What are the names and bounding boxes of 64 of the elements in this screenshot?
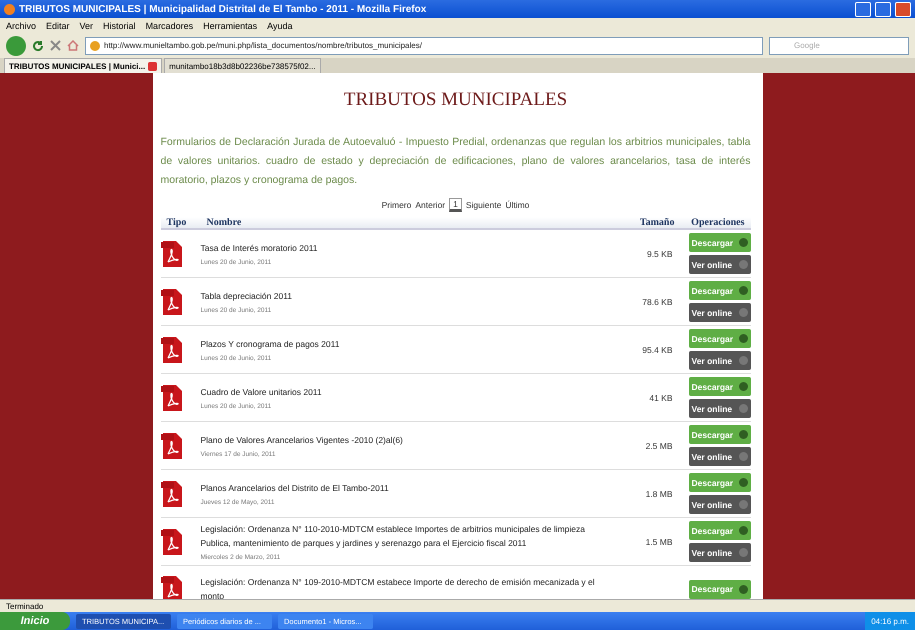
document-name: Tasa de Interés moratorio 2011 [200,242,319,255]
maximize-button[interactable] [875,2,891,16]
menu-item[interactable]: Editar [46,20,70,30]
browser-tab[interactable]: TRIBUTOS MUNICIPALES | Munici... [4,58,162,73]
menu-item[interactable]: Herramientas [203,20,258,30]
column-header: Operaciones [690,217,746,228]
view-online-button[interactable]: Ver online [688,351,750,370]
column-header: Nombre [206,217,242,228]
address-text: http://www.munieltambo.gob.pe/muni.php/lista_documentos/nombre/tributos_municipales/ [104,41,422,50]
view-online-button[interactable]: Ver online [688,255,750,274]
close-button[interactable] [895,2,911,16]
file-size: 41 KB [648,392,674,402]
page-link[interactable]: Primero [382,200,412,210]
minimize-button[interactable] [855,2,871,16]
file-size: 2.5 MB [644,440,674,450]
page-link[interactable]: Anterior [415,200,446,210]
reload-icon[interactable] [32,40,44,52]
view-online-button[interactable]: Ver online [688,495,750,514]
view-online-button[interactable]: Ver online [688,303,750,322]
pdf-icon [160,432,182,460]
menu-item[interactable]: Ayuda [267,20,292,30]
view-online-button[interactable]: Ver online [688,399,750,418]
pdf-icon [160,336,182,364]
pdf-icon [160,480,182,508]
back-button[interactable] [6,36,26,56]
pdf-icon [160,384,182,412]
document-name: Tabla depreciación 2011 [200,290,294,303]
start-button[interactable]: Inicio [0,612,70,630]
close-icon[interactable] [148,62,158,70]
page-title: TRIBUTOS MUNICIPALES [342,89,568,111]
document-name: Legislación: Ordenanza N° 109-2010-MDTCM estabece Importe de derecho de emisión mecanizada y el monto [200,576,596,599]
home-icon[interactable] [67,40,79,51]
page-link[interactable]: Siguiente [466,200,502,210]
window-title: TRIBUTOS MUNICIPALES | Municipalidad Distrital de El Tambo - 2011 - Mozilla Firefox [19,4,428,14]
document-name: Cuadro de Valore unitarios 2011 [200,386,323,399]
pdf-icon [160,528,182,556]
column-header: Tipo [166,217,188,228]
description: Formularios de Declaración Jurada de Autoevaluó - Impuesto Predial, ordenanzas que regulan los arbitrios municipales, tabla de valores unitarios. cuadro de estado y depreciación de edificaciones, plano de valores arancelarios, tasa de interés moratorio, plazos y cronograma de pagos. [160,135,750,188]
page-link[interactable]: 1 [449,198,462,212]
menu-item[interactable]: Marcadores [146,20,194,30]
file-size: 1.5 MB [644,536,674,546]
menu-item[interactable]: Ver [80,20,94,30]
pdf-icon [160,240,182,268]
browser-tab[interactable]: munitambo18b3d8b02236be738575f02... [164,58,321,73]
file-size: 95.4 KB [641,344,674,354]
stop-icon[interactable] [50,40,61,51]
file-size: 9.5 KB [646,248,674,258]
search-placeholder: Google [794,41,820,50]
document-name: Legislación: Ordenanza N° 110-2010-MDTCM establece Importes de arbitrios municipales de limpieza Publica, mantenimiento de parques y jardines y serenazgo para el Ejercicio fiscal 2011 [200,523,586,550]
document-name: Plano de Valores Arancelarios Vigentes -2010 (2)al(6) [200,434,404,447]
document-name: Planos Arancelarios del Distrito de El Tambo-2011 [200,482,390,495]
clock: 04:16 p.m. [871,616,909,626]
file-size: 78.6 KB [641,296,674,306]
status-text: Terminado [6,602,44,610]
page-link[interactable]: Último [505,200,530,210]
address-field[interactable]: http://www.munieltambo.gob.pe/muni.php/lista_documentos/nombre/tributos_municipales/ [85,36,763,54]
menu-item[interactable]: Historial [103,20,136,30]
document-name: Plazos Y cronograma de pagos 2011 [200,338,340,351]
view-online-button[interactable]: Ver online [688,543,750,562]
file-size: 1.8 MB [644,488,674,498]
view-online-button[interactable]: Ver online [688,447,750,466]
pdf-icon [160,288,182,316]
menu-item[interactable]: Archivo [6,20,36,30]
column-header: Tamaño [638,217,676,228]
